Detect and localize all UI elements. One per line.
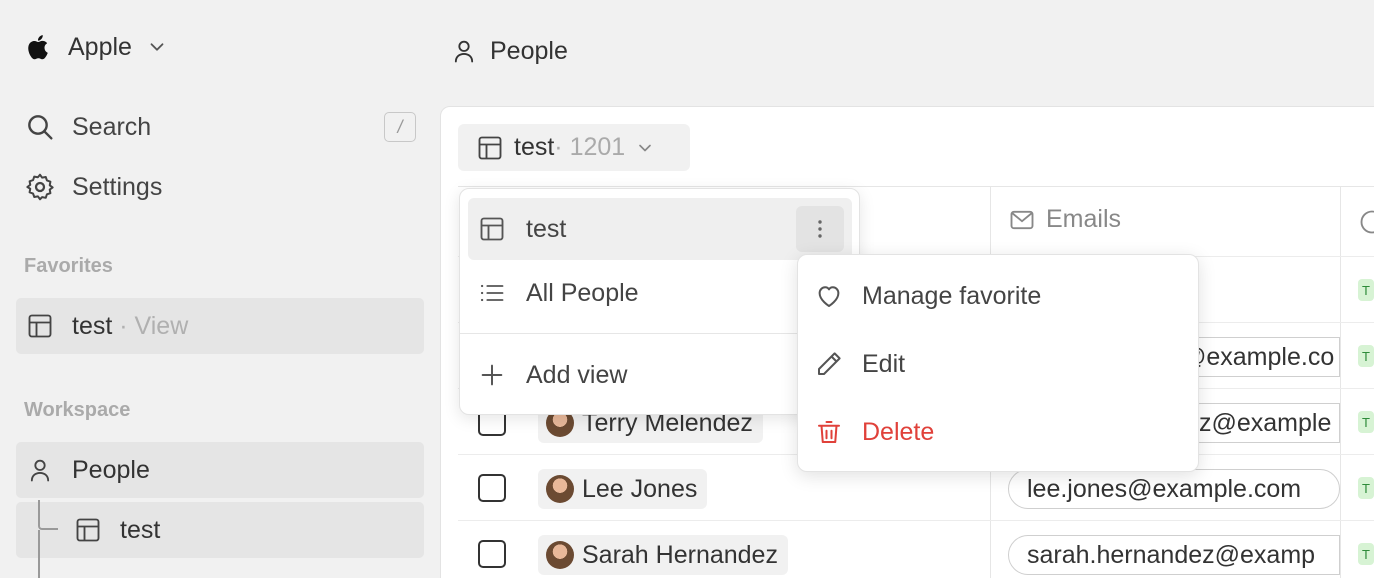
heart-icon: [814, 281, 844, 311]
sidebar-settings-label: Settings: [72, 172, 163, 201]
view-option-label: test: [526, 214, 567, 243]
page-header: People: [450, 30, 568, 72]
column-header-icon: [1358, 208, 1374, 236]
page-title: People: [490, 36, 568, 65]
favorites-section-title: Favorites: [24, 255, 113, 277]
plus-icon: [478, 361, 506, 389]
email-chip[interactable]: lee.jones@example.com: [1008, 469, 1340, 509]
more-vertical-icon: [808, 217, 832, 241]
row-divider: [458, 520, 1374, 521]
view-selector[interactable]: test · 1201: [458, 124, 690, 171]
person-chip[interactable]: Sarah Hernandez: [538, 535, 788, 575]
gear-icon: [24, 171, 56, 203]
email-value: lee.jones@example.com: [1027, 474, 1302, 503]
workspace-switcher[interactable]: Apple: [24, 28, 168, 66]
search-shortcut-badge: /: [384, 112, 416, 142]
edit-button[interactable]: Edit: [814, 342, 905, 386]
sidebar-settings[interactable]: Settings: [24, 167, 162, 207]
sidebar-search-label: Search: [72, 112, 152, 141]
view-name: test: [514, 133, 555, 161]
person-icon: [450, 37, 478, 65]
tag-chip: T: [1358, 345, 1374, 367]
sidebar-search[interactable]: Search: [24, 107, 151, 147]
chevron-down-icon: [146, 36, 168, 58]
sidebar-item-test-view[interactable]: test: [16, 502, 424, 558]
table-header-border: [458, 186, 1374, 187]
search-icon: [24, 111, 56, 143]
sidebar-item-label: People: [72, 455, 150, 484]
delete-button[interactable]: Delete: [814, 410, 934, 454]
list-icon: [478, 279, 506, 307]
favorite-item-label: test: [72, 311, 113, 340]
table-icon: [74, 516, 102, 544]
context-menu-label: Manage favorite: [862, 281, 1042, 310]
tree-connector-line: [38, 530, 40, 578]
apple-logo-icon: [24, 32, 54, 62]
view-record-count: · 1201: [554, 133, 626, 161]
tree-connector: [38, 500, 58, 530]
view-option-all-people[interactable]: All People: [468, 262, 852, 324]
email-value: sarah.hernandez@examp: [1027, 540, 1316, 569]
row-checkbox[interactable]: [478, 540, 506, 568]
workspace-section-title: Workspace: [24, 399, 131, 421]
context-menu-label: Delete: [862, 417, 935, 446]
favorite-item-test[interactable]: test · View: [16, 298, 424, 354]
email-value: @example.co: [1181, 342, 1335, 371]
context-menu-label: Edit: [862, 349, 906, 378]
sidebar-item-people[interactable]: People: [16, 442, 424, 498]
avatar: [546, 541, 574, 569]
favorite-item-suffix: · View: [112, 311, 189, 340]
person-icon: [26, 456, 54, 484]
tag-chip: T: [1358, 411, 1374, 433]
view-options-button[interactable]: [796, 206, 844, 252]
email-chip[interactable]: z@example: [1180, 403, 1340, 443]
add-view-label: Add view: [526, 360, 628, 389]
avatar: [546, 475, 574, 503]
trash-icon: [814, 417, 844, 447]
email-value: z@example: [1199, 408, 1332, 437]
add-view-button[interactable]: Add view: [468, 344, 852, 406]
tag-chip: T: [1358, 279, 1374, 301]
sidebar-item-label: test: [120, 515, 161, 544]
pencil-icon: [814, 349, 844, 379]
view-option-label: All People: [526, 278, 639, 307]
mail-icon: [1008, 206, 1036, 234]
row-checkbox[interactable]: [478, 474, 506, 502]
chevron-down-icon: [635, 138, 655, 158]
tag-chip: T: [1358, 477, 1374, 499]
view-option-test[interactable]: test: [468, 198, 852, 260]
manage-favorite-button[interactable]: Manage favorite: [814, 274, 1041, 318]
workspace-name: Apple: [68, 32, 132, 61]
person-chip[interactable]: Lee Jones: [538, 469, 708, 509]
person-name: Sarah Hernandez: [582, 540, 778, 569]
person-name: Lee Jones: [582, 474, 698, 503]
table-icon: [478, 215, 506, 243]
column-header-emails[interactable]: Emails: [1008, 205, 1121, 234]
column-header-label: Emails: [1046, 205, 1122, 233]
table-icon: [476, 134, 504, 162]
tag-chip: T: [1358, 543, 1374, 565]
table-icon: [26, 312, 54, 340]
email-chip[interactable]: sarah.hernandez@examp: [1008, 535, 1340, 575]
